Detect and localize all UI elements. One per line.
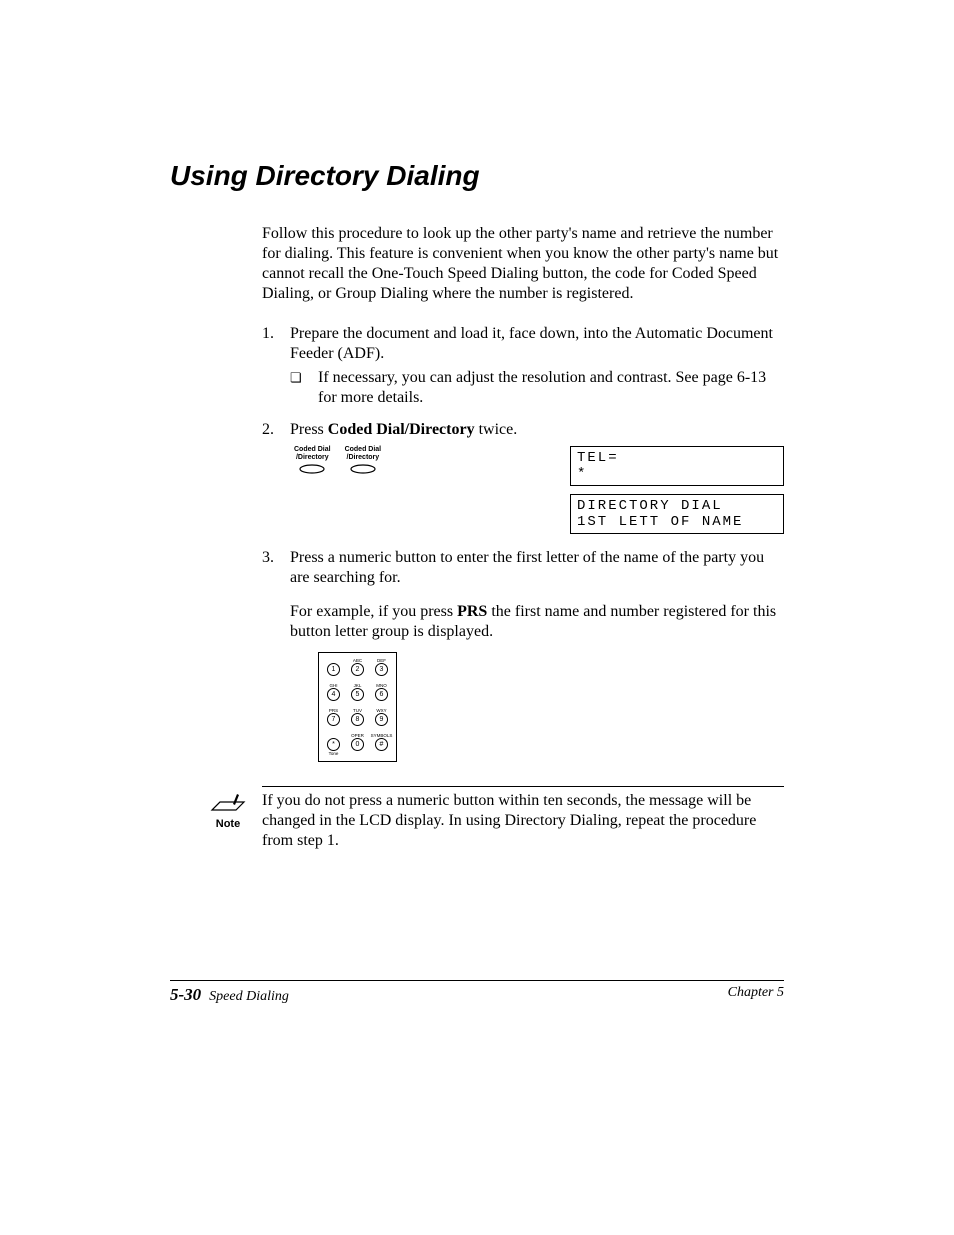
key-digit: 7 xyxy=(327,713,340,726)
keypad-key: OPER0 xyxy=(349,733,366,756)
page: Using Directory Dialing Follow this proc… xyxy=(0,0,954,1235)
page-footer: 5-30 Speed Dialing Chapter 5 xyxy=(170,980,784,1005)
key-sub: Tone xyxy=(329,751,339,756)
key-digit: 3 xyxy=(375,663,388,676)
keypad-row: *Tone OPER0 SYMBOLS# xyxy=(325,733,390,756)
keypad-key: ABC2 xyxy=(349,658,366,681)
step-3-example: For example, if you press PRS the first … xyxy=(290,602,784,642)
key-digit: 5 xyxy=(351,688,364,701)
keypad-key: TUV8 xyxy=(349,708,366,731)
sub-text: If necessary, you can adjust the resolut… xyxy=(318,368,784,408)
content-column: Follow this procedure to look up the oth… xyxy=(262,224,784,762)
button-label: Coded Dial /Directory xyxy=(345,446,382,461)
page-number: 5-30 xyxy=(170,985,201,1005)
step-text: Press Coded Dial/Directory twice. Coded … xyxy=(290,420,784,534)
numeric-keypad: 1 ABC2 DEF3 GHI4 JKL5 MNO6 PRS7 TUV8 WXY9 *Tone OP… xyxy=(318,652,397,762)
oval-button-icon xyxy=(298,464,326,474)
step-number: 3. xyxy=(262,548,290,762)
key-digit: # xyxy=(375,738,388,751)
step-text: Prepare the document and load it, face d… xyxy=(290,324,784,408)
step-2-text-b: twice. xyxy=(475,421,518,438)
step-1: 1. Prepare the document and load it, fac… xyxy=(262,324,784,408)
intro-paragraph: Follow this procedure to look up the oth… xyxy=(262,224,784,304)
key-digit: * xyxy=(327,738,340,751)
step-1-sub: ❏ If necessary, you can adjust the resol… xyxy=(290,368,784,408)
key-digit: 4 xyxy=(327,688,340,701)
note-text: If you do not press a numeric button wit… xyxy=(262,786,784,851)
page-title: Using Directory Dialing xyxy=(170,160,784,192)
step-2-text-a: Press xyxy=(290,421,328,438)
step-3: 3. Press a numeric button to enter the f… xyxy=(262,548,784,762)
example-a: For example, if you press xyxy=(290,603,457,620)
example-bold: PRS xyxy=(457,603,487,620)
lcd2-line1: DIRECTORY DIAL xyxy=(577,498,723,514)
keypad-row: PRS7 TUV8 WXY9 xyxy=(325,708,390,731)
keypad-row: GHI4 JKL5 MNO6 xyxy=(325,683,390,706)
button-label-line1: Coded Dial xyxy=(345,446,382,453)
keypad-key: WXY9 xyxy=(373,708,390,731)
button-label-line2: /Directory xyxy=(347,454,380,461)
keypad-key: SYMBOLS# xyxy=(373,733,390,756)
keypad-key: JKL5 xyxy=(349,683,366,706)
key-digit: 8 xyxy=(351,713,364,726)
note-icon xyxy=(210,790,246,816)
oval-button-icon xyxy=(349,464,377,474)
footer-chapter: Chapter 5 xyxy=(728,985,784,1005)
keypad-key: *Tone xyxy=(325,733,342,756)
button-label: Coded Dial /Directory xyxy=(294,446,331,461)
step-number: 1. xyxy=(262,324,290,408)
button-label-line1: Coded Dial xyxy=(294,446,331,453)
note-label: Note xyxy=(216,818,240,830)
keypad-key: PRS7 xyxy=(325,708,342,731)
step-number: 2. xyxy=(262,420,290,534)
lcd-displays: TEL= * DIRECTORY DIAL 1ST LETT OF NAME xyxy=(570,446,784,534)
coded-dial-button-1: Coded Dial /Directory xyxy=(294,446,331,534)
key-digit: 2 xyxy=(351,663,364,676)
button-label-line2: /Directory xyxy=(296,454,329,461)
note-block: Note If you do not press a numeric butto… xyxy=(170,786,784,851)
lcd1-line1: TEL= xyxy=(577,450,619,466)
key-digit: 1 xyxy=(327,663,340,676)
key-digit: 6 xyxy=(375,688,388,701)
keypad-key: DEF3 xyxy=(373,658,390,681)
step-1-text: Prepare the document and load it, face d… xyxy=(290,325,773,362)
keypad-key: MNO6 xyxy=(373,683,390,706)
coded-dial-buttons: Coded Dial /Directory Coded Dial xyxy=(290,446,381,534)
keypad-key: GHI4 xyxy=(325,683,342,706)
lcd1-line2: * xyxy=(577,466,587,482)
sub-bullet-icon: ❏ xyxy=(290,368,318,408)
keypad-key: 1 xyxy=(325,658,342,681)
coded-dial-button-2: Coded Dial /Directory xyxy=(345,446,382,534)
step-2-bold: Coded Dial/Directory xyxy=(328,421,475,438)
keypad-row: 1 ABC2 DEF3 xyxy=(325,658,390,681)
step-2: 2. Press Coded Dial/Directory twice. Cod… xyxy=(262,420,784,534)
step-3-text: Press a numeric button to enter the firs… xyxy=(290,549,764,586)
step-2-figures: Coded Dial /Directory Coded Dial xyxy=(290,446,784,534)
footer-section: Speed Dialing xyxy=(209,989,289,1005)
steps-list: 1. Prepare the document and load it, fac… xyxy=(262,324,784,762)
lcd2-line2: 1ST LETT OF NAME xyxy=(577,514,743,530)
step-text: Press a numeric button to enter the firs… xyxy=(290,548,784,762)
lcd-display-1: TEL= * xyxy=(570,446,784,486)
note-icon-column: Note xyxy=(170,786,262,830)
footer-left: 5-30 Speed Dialing xyxy=(170,985,289,1005)
key-digit: 9 xyxy=(375,713,388,726)
key-digit: 0 xyxy=(351,738,364,751)
lcd-display-2: DIRECTORY DIAL 1ST LETT OF NAME xyxy=(570,494,784,534)
keypad-figure: 1 ABC2 DEF3 GHI4 JKL5 MNO6 PRS7 TUV8 WXY9 *Tone OP… xyxy=(318,652,784,762)
